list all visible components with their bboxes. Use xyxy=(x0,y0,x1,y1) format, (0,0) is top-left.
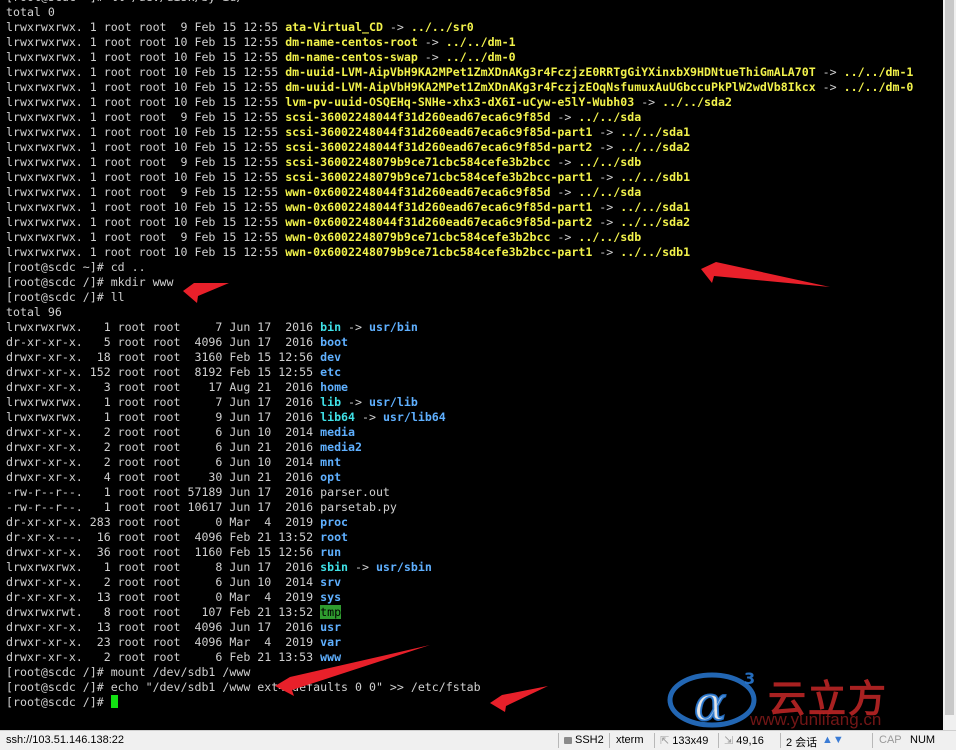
connection-status: ssh://103.51.146.138:22 xyxy=(6,734,125,746)
annotation-arrow-sdb1 xyxy=(701,262,830,287)
annotation-arrow-cd xyxy=(183,283,229,303)
scrollbar-thumb[interactable] xyxy=(945,0,954,715)
lock-icon xyxy=(564,737,572,744)
annotation-arrows xyxy=(183,262,830,712)
caps-lock-indicator: CAP xyxy=(879,734,902,746)
session-down-icon: ▼ xyxy=(832,734,844,746)
session-nav-icons[interactable]: ▲▼ xyxy=(822,734,844,746)
protocol-label: SSH2 xyxy=(575,734,604,746)
vertical-scrollbar[interactable] xyxy=(943,0,956,730)
session-count: 2 会话 xyxy=(786,737,818,749)
terminal-size: 133x49 xyxy=(672,735,709,747)
terminal-window[interactable]: [root@scdc ~]# ll /dev/disk/by-id/total … xyxy=(0,0,943,730)
protocol-indicator: SSH2 xyxy=(564,734,604,746)
cursor-position-indicator: ⇲ 49,16 xyxy=(724,734,764,747)
status-bar: ssh://103.51.146.138:22 SSH2 xterm ⇱ 133… xyxy=(0,730,956,750)
terminal-size-indicator: ⇱ 133x49 xyxy=(660,734,708,747)
annotation-arrow-echo xyxy=(490,686,548,712)
cursor-position-icon: ⇲ xyxy=(724,735,737,747)
watermark: α 3 云立方 www.yunlifang.cn xyxy=(664,662,943,730)
resize-icon: ⇱ xyxy=(660,735,673,747)
annotation-arrow-mount xyxy=(275,645,430,696)
terminal-type: xterm xyxy=(616,734,644,746)
watermark-url: www.yunlifang.cn xyxy=(750,710,882,729)
num-lock-indicator: NUM xyxy=(910,734,936,746)
svg-text:3: 3 xyxy=(744,669,755,688)
cursor-position: 49,16 xyxy=(736,735,764,747)
session-up-icon: ▲ xyxy=(822,734,833,746)
svg-text:α: α xyxy=(694,676,726,730)
